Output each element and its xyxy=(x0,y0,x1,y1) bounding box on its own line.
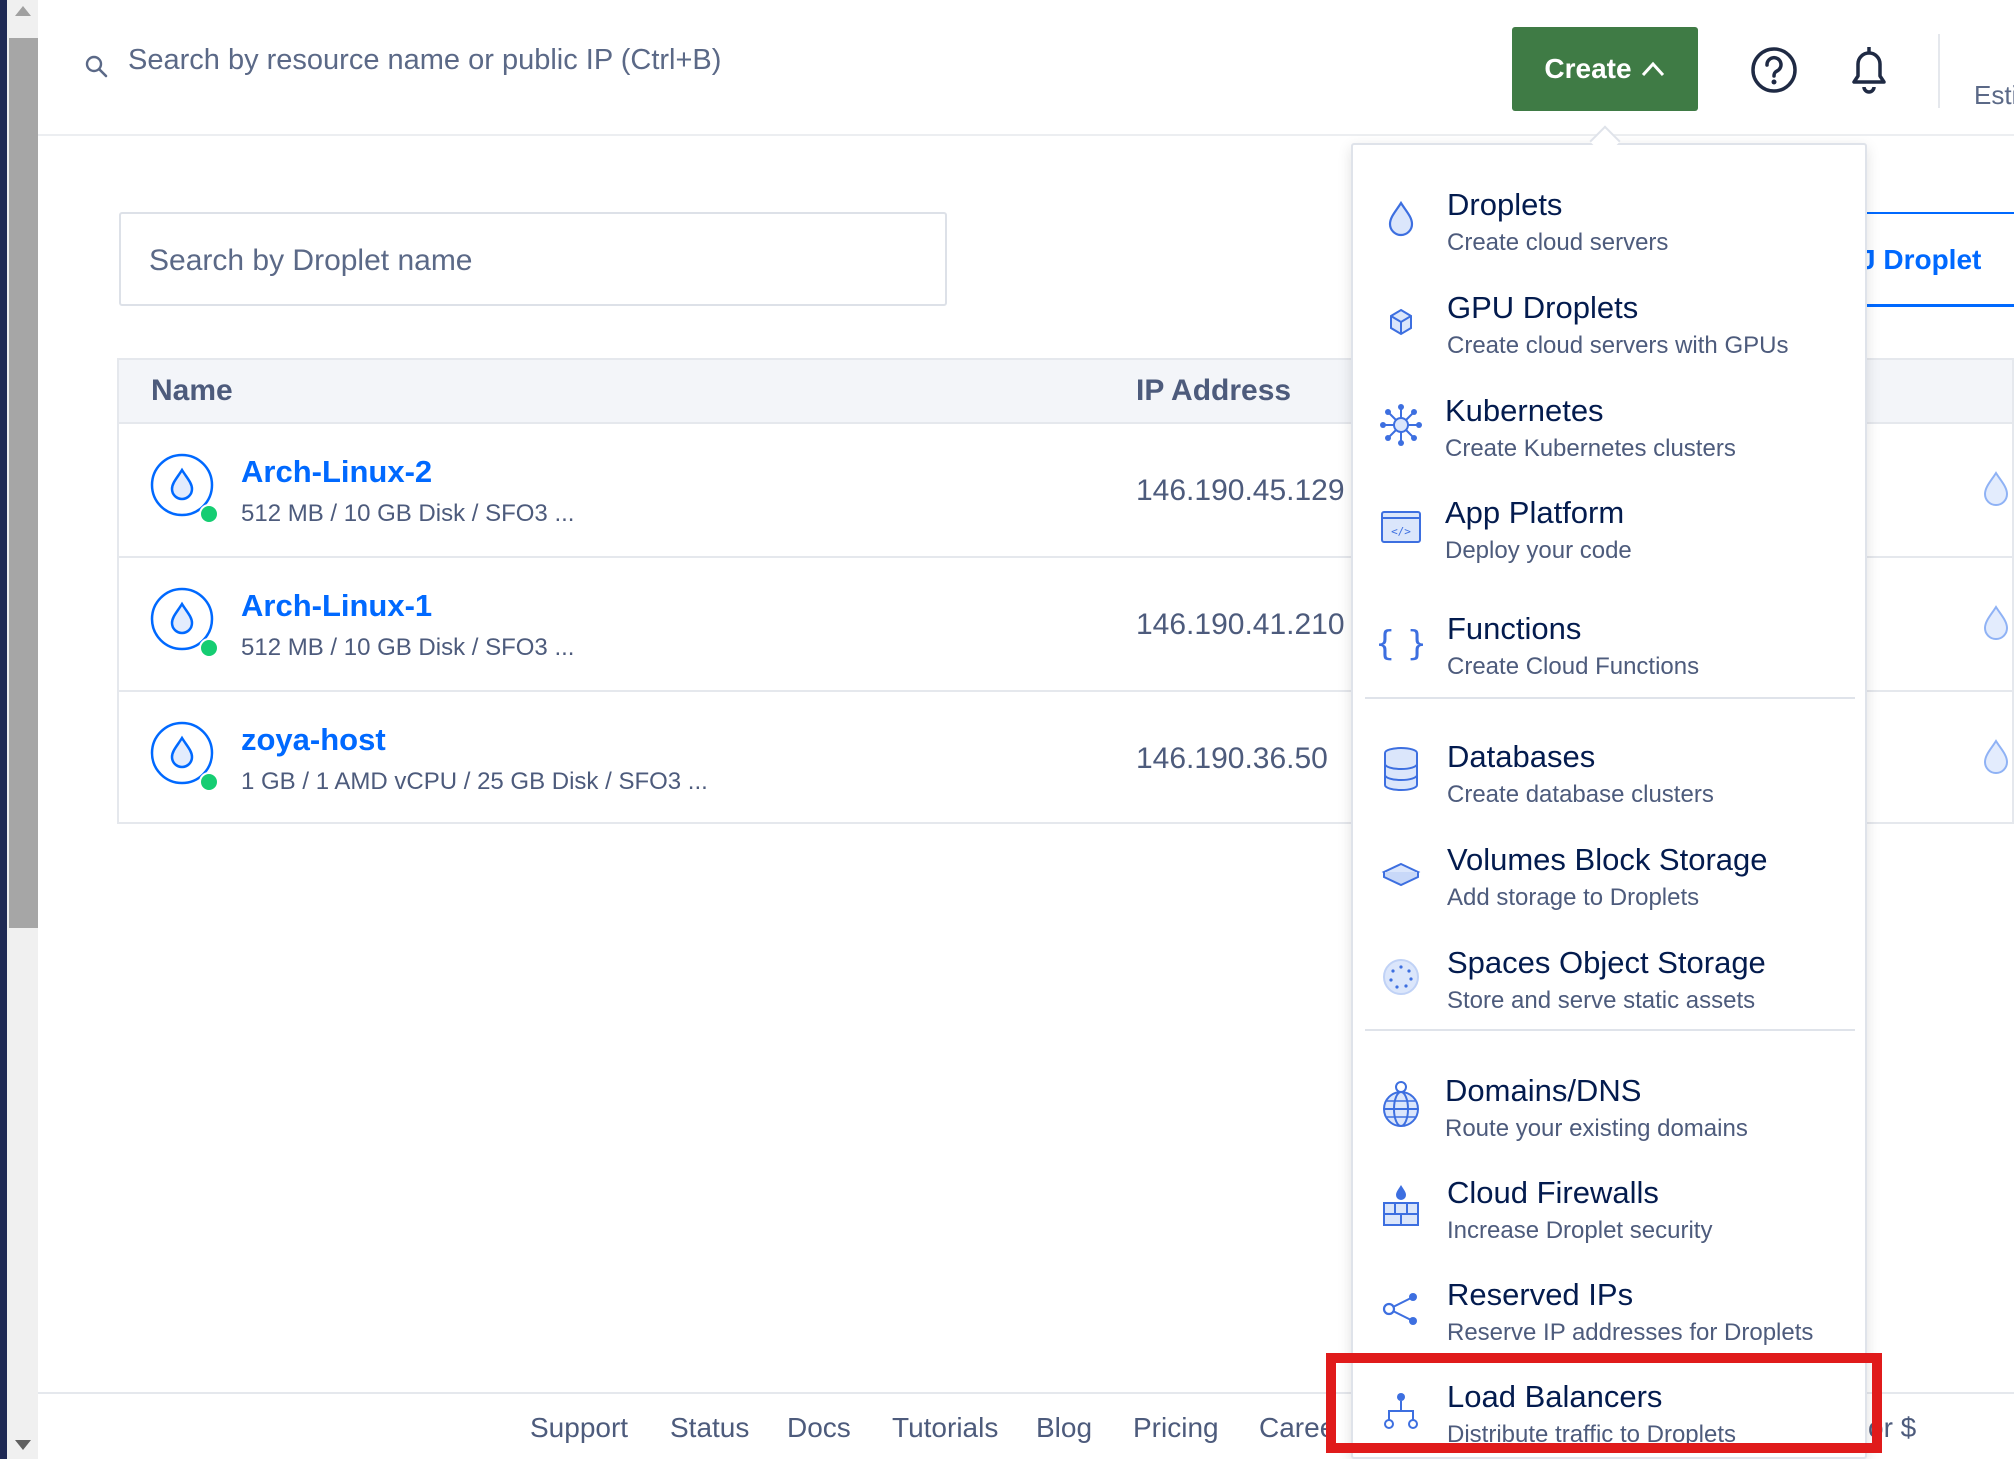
menu-item-subtitle: Increase Droplet security xyxy=(1447,1217,1713,1244)
menu-item-title: GPU Droplets xyxy=(1447,290,1639,325)
load-balancer-icon xyxy=(1384,1393,1418,1429)
chevron-up-icon xyxy=(1641,61,1664,77)
status-dot-active xyxy=(199,638,219,658)
menu-item-subtitle: Create cloud servers with GPUs xyxy=(1447,332,1789,359)
menu-item-load-balancers[interactable]: Load Balancers Distribute traffic to Dro… xyxy=(1353,1355,1865,1455)
droplet-name-link[interactable]: zoya-host xyxy=(241,722,386,758)
menu-item-subtitle: Create database clusters xyxy=(1447,781,1714,808)
menu-item-app-platform[interactable]: </> App Platform Deploy your code xyxy=(1353,471,1865,571)
menu-item-subtitle: Add storage to Droplets xyxy=(1447,884,1700,911)
droplet-action-icon[interactable] xyxy=(1979,738,2013,776)
status-dot-active xyxy=(199,504,219,524)
menu-item-domains[interactable]: Domains/DNS Route your existing domains xyxy=(1353,1049,1865,1149)
droplet-spec: 1 GB / 1 AMD vCPU / 25 GB Disk / SFO3 ..… xyxy=(241,768,708,795)
kubernetes-icon xyxy=(1380,404,1422,446)
functions-icon: { } xyxy=(1379,624,1423,664)
menu-item-title: Spaces Object Storage xyxy=(1447,945,1766,980)
database-icon xyxy=(1384,747,1418,791)
droplet-icon xyxy=(1388,200,1414,237)
global-search-input[interactable]: Search by resource name or public IP (Ct… xyxy=(128,44,721,77)
help-icon[interactable] xyxy=(1750,46,1798,94)
droplet-name-link[interactable]: Arch-Linux-2 xyxy=(241,454,432,490)
droplet-search-input[interactable]: Search by Droplet name xyxy=(119,212,947,306)
bell-icon[interactable] xyxy=(1846,44,1892,94)
menu-separator xyxy=(1365,1029,1855,1031)
firewall-icon xyxy=(1383,1185,1419,1226)
estimate-text[interactable]: Esti xyxy=(1974,80,2014,111)
menu-item-title: Droplets xyxy=(1447,187,1563,222)
column-header-name[interactable]: Name xyxy=(151,374,233,408)
menu-item-title: Cloud Firewalls xyxy=(1447,1175,1659,1210)
menu-item-spaces[interactable]: Spaces Object Storage Store and serve st… xyxy=(1353,921,1865,1021)
droplet-spec: 512 MB / 10 GB Disk / SFO3 ... xyxy=(241,500,575,527)
footer-link-docs[interactable]: Docs xyxy=(787,1412,851,1444)
window-edge xyxy=(0,0,7,1459)
menu-item-firewalls[interactable]: Cloud Firewalls Increase Droplet securit… xyxy=(1353,1151,1865,1251)
droplet-ip[interactable]: 146.190.45.129 xyxy=(1136,474,1345,508)
footer-link-support[interactable]: Support xyxy=(530,1412,628,1444)
svg-text:</>: </> xyxy=(1391,525,1411,538)
app-platform-icon: </> xyxy=(1381,511,1421,543)
svg-text:{ }: { } xyxy=(1379,624,1423,664)
menu-item-title: Reserved IPs xyxy=(1447,1277,1634,1312)
menu-item-title: Databases xyxy=(1447,739,1596,774)
menu-item-reserved-ips[interactable]: Reserved IPs Reserve IP addresses for Dr… xyxy=(1353,1253,1865,1353)
menu-item-subtitle: Create cloud servers xyxy=(1447,229,1669,256)
status-dot-active xyxy=(199,772,219,792)
scroll-thumb[interactable] xyxy=(9,38,38,928)
menu-item-subtitle: Route your existing domains xyxy=(1445,1115,1748,1142)
menu-item-title: Kubernetes xyxy=(1445,393,1604,428)
globe-icon xyxy=(1383,1081,1419,1127)
droplet-ip[interactable]: 146.190.36.50 xyxy=(1136,742,1328,776)
search-icon xyxy=(85,55,108,78)
menu-item-subtitle: Create Cloud Functions xyxy=(1447,653,1700,680)
create-dropdown-menu: Droplets Create cloud servers GPU Drople… xyxy=(1351,143,1867,1459)
footer-link-blog[interactable]: Blog xyxy=(1036,1412,1092,1444)
create-droplet-button-border-bottom xyxy=(1866,304,2014,307)
menu-item-functions[interactable]: { } Functions Create Cloud Functions xyxy=(1353,587,1865,687)
volume-icon xyxy=(1381,862,1421,887)
footer-link-status[interactable]: Status xyxy=(670,1412,749,1444)
top-bar: Search by resource name or public IP (Ct… xyxy=(38,0,2014,136)
menu-item-subtitle: Create Kubernetes clusters xyxy=(1445,435,1736,462)
scroll-up-arrow[interactable] xyxy=(15,6,31,16)
menu-item-gpu-droplets[interactable]: GPU Droplets Create cloud servers with G… xyxy=(1353,266,1865,366)
topbar-divider xyxy=(1938,34,1940,108)
create-droplet-link[interactable]: J Droplet xyxy=(1860,244,1981,276)
menu-item-title: App Platform xyxy=(1445,495,1625,530)
scroll-down-arrow[interactable] xyxy=(15,1440,31,1450)
droplet-ip[interactable]: 146.190.41.210 xyxy=(1136,608,1345,642)
menu-item-droplets[interactable]: Droplets Create cloud servers xyxy=(1353,163,1865,263)
gpu-icon xyxy=(1390,308,1412,336)
menu-item-title: Load Balancers xyxy=(1447,1379,1663,1414)
menu-item-subtitle: Deploy your code xyxy=(1445,537,1632,564)
menu-item-title: Volumes Block Storage xyxy=(1447,842,1768,877)
footer-link-pricing[interactable]: Pricing xyxy=(1133,1412,1219,1444)
droplet-name-link[interactable]: Arch-Linux-1 xyxy=(241,588,432,624)
menu-separator xyxy=(1365,697,1855,699)
menu-item-databases[interactable]: Databases Create database clusters xyxy=(1353,715,1865,815)
menu-item-subtitle: Reserve IP addresses for Droplets xyxy=(1447,1319,1814,1346)
column-header-ip[interactable]: IP Address xyxy=(1136,374,1291,408)
spaces-icon xyxy=(1383,959,1419,995)
create-droplet-button-border xyxy=(1866,212,2014,214)
droplet-action-icon[interactable] xyxy=(1979,604,2013,642)
footer-link-careers[interactable]: Caree xyxy=(1259,1412,1335,1444)
vertical-scrollbar[interactable] xyxy=(7,0,38,1459)
menu-item-subtitle: Store and serve static assets xyxy=(1447,987,1756,1014)
droplet-spec: 512 MB / 10 GB Disk / SFO3 ... xyxy=(241,634,575,661)
create-button-label: Create xyxy=(1544,53,1632,84)
droplet-action-icon[interactable] xyxy=(1979,470,2013,508)
footer-link-tutorials[interactable]: Tutorials xyxy=(892,1412,998,1444)
menu-item-title: Functions xyxy=(1447,611,1582,646)
footer-right-text[interactable]: or $ xyxy=(1868,1412,1916,1444)
menu-item-kubernetes[interactable]: Kubernetes Create Kubernetes clusters xyxy=(1353,369,1865,469)
menu-item-volumes[interactable]: Volumes Block Storage Add storage to Dro… xyxy=(1353,818,1865,918)
menu-item-title: Domains/DNS xyxy=(1445,1073,1642,1108)
menu-item-subtitle: Distribute traffic to Droplets xyxy=(1447,1421,1736,1448)
droplet-search-placeholder: Search by Droplet name xyxy=(149,244,473,277)
create-button[interactable]: Create xyxy=(1512,27,1698,111)
share-icon xyxy=(1382,1293,1417,1325)
